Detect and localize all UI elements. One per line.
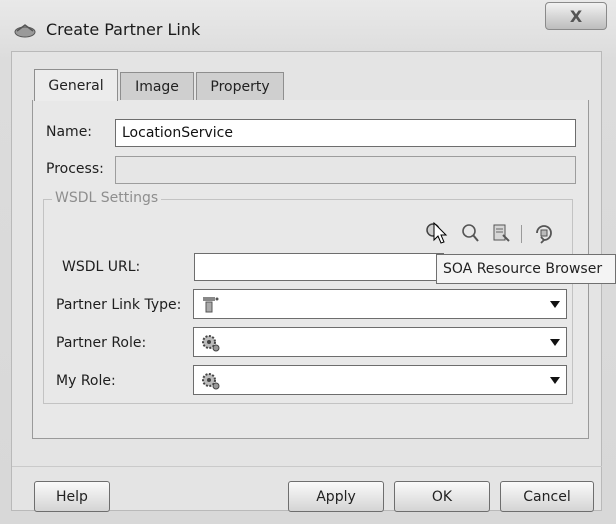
process-label: Process: xyxy=(46,161,104,177)
tab-image[interactable]: Image xyxy=(120,72,194,100)
find-icon[interactable] xyxy=(459,222,481,244)
file-browser-icon[interactable] xyxy=(490,222,512,244)
tab-property[interactable]: Property xyxy=(196,72,284,100)
my-role-select[interactable] xyxy=(193,365,567,395)
tab-general[interactable]: General xyxy=(34,69,118,101)
cancel-button[interactable]: Cancel xyxy=(500,481,594,512)
chevron-down-icon xyxy=(550,339,560,346)
partner-link-type-label: Partner Link Type: xyxy=(56,297,182,313)
tab-general-label: General xyxy=(48,77,104,94)
ok-button-label: OK xyxy=(431,488,453,505)
help-button-label: Help xyxy=(56,488,88,505)
create-partner-link-dialog: Create Partner Link X General Image Prop… xyxy=(0,0,616,524)
wsdl-settings-label: WSDL Settings xyxy=(52,190,162,206)
cancel-button-label: Cancel xyxy=(523,488,571,505)
soa-resource-browser-tooltip: SOA Resource Browser xyxy=(436,254,616,284)
ok-button[interactable]: OK xyxy=(394,481,490,512)
wsdl-url-label: WSDL URL: xyxy=(62,259,141,275)
tab-property-label: Property xyxy=(210,78,270,95)
close-icon: X xyxy=(569,6,583,26)
button-bar-separator xyxy=(12,466,602,467)
partner-link-type-select[interactable] xyxy=(193,289,567,319)
partner-link-type-icon xyxy=(203,297,219,313)
wsdl-url-input[interactable] xyxy=(194,253,444,281)
mouse-cursor-icon xyxy=(433,222,448,244)
tab-image-label: Image xyxy=(135,78,179,95)
name-input[interactable] xyxy=(115,119,576,147)
toolbar-separator xyxy=(521,225,522,243)
name-label: Name: xyxy=(46,124,93,140)
partner-link-icon xyxy=(14,24,36,38)
close-button[interactable]: X xyxy=(545,2,607,30)
process-input xyxy=(115,156,576,184)
role-gear-icon xyxy=(202,373,220,390)
window-title: Create Partner Link xyxy=(46,20,201,39)
my-role-label: My Role: xyxy=(56,373,116,389)
role-gear-icon xyxy=(202,335,220,352)
tooltip-text: SOA Resource Browser xyxy=(443,261,603,277)
apply-button[interactable]: Apply xyxy=(288,481,384,512)
apply-button-label: Apply xyxy=(316,488,356,505)
help-button[interactable]: Help xyxy=(34,481,110,512)
chevron-down-icon xyxy=(550,377,560,384)
partner-role-select[interactable] xyxy=(193,327,567,357)
refresh-icon[interactable] xyxy=(533,222,555,244)
title-bar: Create Partner Link X xyxy=(0,0,616,56)
partner-role-label: Partner Role: xyxy=(56,335,147,351)
chevron-down-icon xyxy=(550,301,560,308)
